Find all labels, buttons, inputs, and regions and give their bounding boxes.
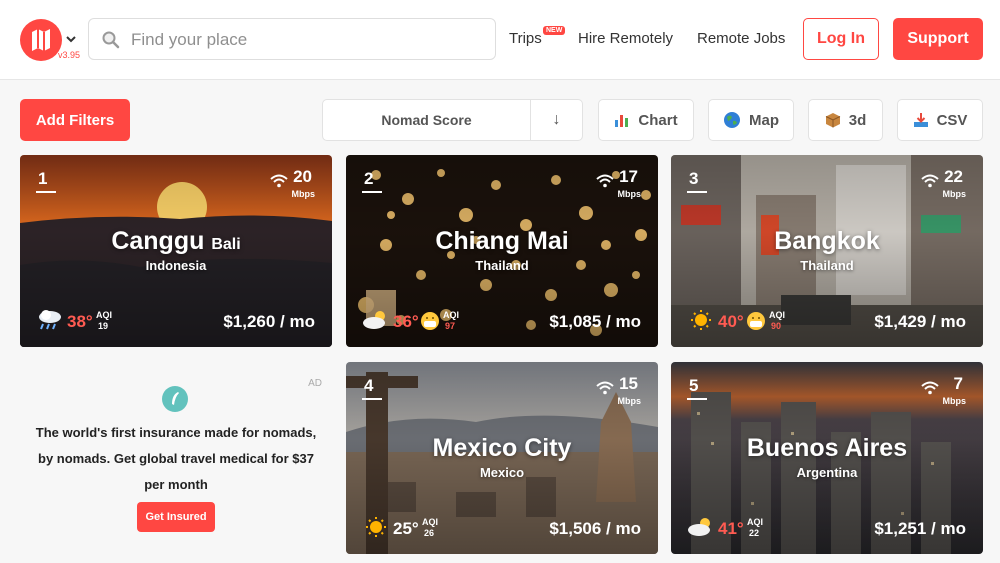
monthly-cost: $1,429 / mo (874, 312, 966, 331)
search-box[interactable] (88, 18, 496, 60)
rank-number: 5 (689, 376, 699, 395)
3d-view-button[interactable]: 3d (808, 99, 883, 141)
sun-icon (366, 517, 386, 537)
3d-label: 3d (848, 111, 867, 129)
add-filters-button[interactable]: Add Filters (20, 99, 130, 141)
temperature: 25° (393, 519, 419, 538)
monthly-cost: $1,085 / mo (549, 312, 641, 331)
rank-number: 3 (689, 169, 699, 188)
internet-speed: 17 (619, 167, 638, 186)
sort-direction-button[interactable]: ↓ (530, 99, 583, 141)
internet-unit: Mbps (617, 396, 642, 406)
internet-unit: Mbps (291, 189, 316, 199)
rank-number: 2 (364, 169, 374, 188)
country-name: Indonesia (145, 258, 207, 273)
support-button[interactable]: Support (893, 18, 983, 60)
aqi-label: AQI (422, 517, 439, 527)
aqi-value: 22 (749, 528, 760, 538)
mask-face-icon (421, 312, 439, 330)
mask-face-icon (747, 312, 765, 330)
sort-select[interactable]: Nomad Score (322, 99, 531, 141)
city-region: Bali (211, 236, 241, 253)
city-card-chiang-mai[interactable]: 2 17 Mbps Chiang Mai Thailand 36° AQI 97… (346, 155, 658, 347)
aqi-value: 97 (445, 321, 456, 331)
aqi-value: 19 (98, 321, 109, 331)
rank-number: 4 (364, 376, 374, 395)
nav-remote-jobs[interactable]: Remote Jobs (697, 30, 785, 47)
wifi-icon (921, 381, 939, 395)
city-name: Mexico City (432, 434, 572, 462)
map-logo-icon (32, 29, 50, 51)
top-bar: v3.95 Trips NEW Hire Remotely Remote Job… (0, 0, 1000, 80)
chart-view-button[interactable]: Chart (598, 99, 694, 141)
temperature: 41° (718, 519, 744, 538)
chart-label: Chart (638, 111, 678, 129)
city-card-buenos-aires[interactable]: 5 7 Mbps Buenos Aires Argentina 41° AQI … (671, 362, 983, 554)
aqi-label: AQI (96, 310, 113, 320)
login-button[interactable]: Log In (803, 18, 879, 60)
nav-hire-remotely[interactable]: Hire Remotely (578, 30, 673, 47)
internet-speed: 22 (944, 167, 963, 186)
internet-unit: Mbps (942, 396, 967, 406)
city-card-mexico-city[interactable]: 4 15 Mbps Mexico City Mexico 25° AQI 26 … (346, 362, 658, 554)
partly-cloudy-icon (363, 311, 385, 329)
sun-icon (691, 310, 711, 330)
version-label: v3.95 (58, 50, 81, 60)
internet-speed: 7 (953, 374, 963, 393)
insurance-ad: AD The world's first insurance made for … (20, 362, 332, 554)
rain-cloud-icon (39, 310, 61, 330)
ad-label: AD (308, 378, 322, 389)
search-input[interactable] (131, 27, 481, 53)
internet-speed: 15 (619, 374, 638, 393)
city-name: Chiang Mai (435, 227, 569, 255)
csv-export-button[interactable]: CSV (897, 99, 983, 141)
arrow-down-icon: ↓ (552, 111, 561, 128)
search-icon (102, 31, 120, 49)
city-name: Canggu Bali (111, 227, 241, 255)
country-name: Thailand (800, 258, 854, 273)
city-card-bangkok[interactable]: 3 22 Mbps Bangkok Thailand 40° AQI 90 $1… (671, 155, 983, 347)
aqi-label: AQI (769, 310, 786, 320)
temperature: 40° (718, 312, 744, 331)
aqi-value: 90 (771, 321, 782, 331)
temperature: 36° (393, 312, 419, 331)
nav-trips[interactable]: Trips (509, 30, 542, 47)
city-name: Buenos Aires (746, 434, 908, 462)
country-name: Argentina (796, 465, 858, 480)
bar-chart-icon (615, 115, 629, 127)
rank-number: 1 (38, 169, 48, 188)
nomad-list-logo[interactable] (20, 19, 62, 61)
city-name: Bangkok (774, 227, 880, 255)
map-label: Map (749, 111, 779, 129)
city-card-canggu[interactable]: 1 20 Mbps Canggu Bali Indonesia 38° AQI … (20, 155, 332, 347)
get-insured-button[interactable]: Get Insured (137, 502, 215, 532)
box-icon (825, 113, 840, 128)
temperature: 38° (67, 312, 93, 331)
map-view-button[interactable]: Map (708, 99, 794, 141)
chevron-down-icon[interactable] (65, 33, 77, 45)
monthly-cost: $1,506 / mo (549, 519, 641, 538)
country-name: Mexico (479, 465, 525, 480)
safetywing-logo (162, 386, 188, 412)
wifi-icon (270, 174, 288, 188)
aqi-label: AQI (443, 310, 460, 320)
wifi-icon (596, 174, 614, 188)
feather-icon (172, 392, 179, 405)
internet-unit: Mbps (942, 189, 967, 199)
internet-unit: Mbps (617, 189, 642, 199)
aqi-label: AQI (747, 517, 764, 527)
wifi-icon (921, 174, 939, 188)
ad-text: The world's first insurance made for nom… (35, 425, 317, 492)
new-badge: NEW (543, 26, 566, 35)
download-tray-icon (913, 113, 928, 127)
aqi-value: 26 (424, 528, 435, 538)
globe-icon (724, 112, 740, 128)
partly-cloudy-icon (688, 518, 710, 536)
wifi-icon (596, 381, 614, 395)
monthly-cost: $1,251 / mo (874, 519, 966, 538)
monthly-cost: $1,260 / mo (223, 312, 315, 331)
country-name: Thailand (475, 258, 529, 273)
internet-speed: 20 (293, 167, 312, 186)
csv-label: CSV (936, 111, 968, 129)
